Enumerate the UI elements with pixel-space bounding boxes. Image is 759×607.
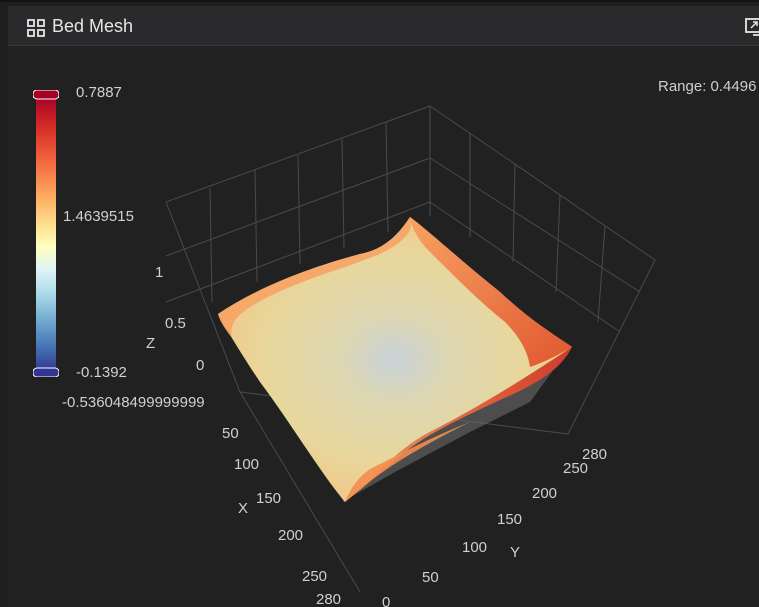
x-axis-title: X <box>238 500 248 517</box>
z-tick-0-5: 0.5 <box>165 315 186 332</box>
x-tick-partial: 0 <box>382 594 390 607</box>
z-tick-1: 1 <box>155 264 163 281</box>
y-tick-200: 200 <box>532 485 557 502</box>
surface-plot[interactable]: 1 0.5 0 -0.536048499999999 Z 50 100 150 … <box>0 2 759 607</box>
y-tick-100: 100 <box>462 539 487 556</box>
y-tick-50: 50 <box>422 569 439 586</box>
z-tick-0: 0 <box>196 357 204 374</box>
z-tick-min: -0.536048499999999 <box>62 394 205 411</box>
y-tick-150: 150 <box>497 511 522 528</box>
x-tick-250: 250 <box>302 568 327 585</box>
x-tick-150: 150 <box>256 490 281 507</box>
bed-mesh-card: Bed Mesh Range: 0.4496 0.7887 1.4639515 … <box>0 0 759 607</box>
z-axis-title: Z <box>146 335 155 352</box>
x-tick-100: 100 <box>234 456 259 473</box>
x-tick-50: 50 <box>222 425 239 442</box>
y-tick-280: 280 <box>582 446 607 463</box>
y-axis-title: Y <box>510 544 520 561</box>
x-tick-200: 200 <box>278 527 303 544</box>
